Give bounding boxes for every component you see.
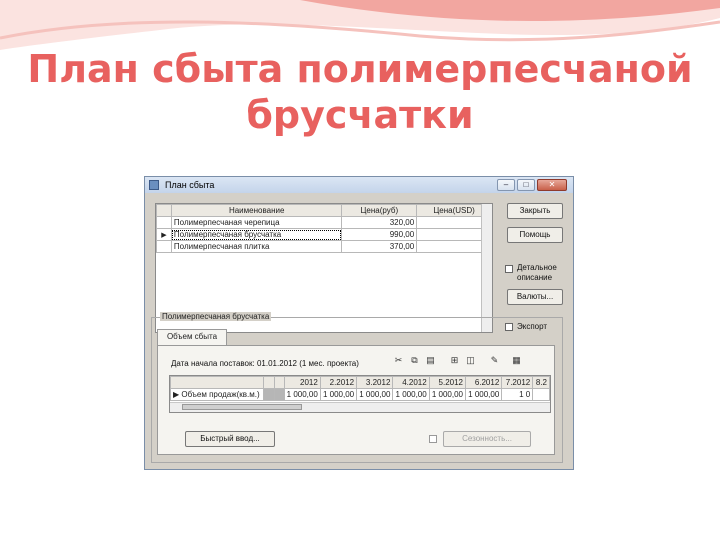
window-title: План сбыта	[165, 180, 215, 190]
product-name[interactable]: Полимерпесчаная черепица	[170, 216, 343, 229]
slide-title: План сбыта полимерпесчаной брусчатки	[0, 46, 720, 138]
help-button[interactable]: Помощь	[507, 227, 563, 243]
row-indicator-header	[156, 204, 172, 217]
product-name[interactable]: Полимерпесчаная брусчатка	[170, 228, 343, 241]
sales-cell[interactable]: 1 000,00	[356, 388, 394, 401]
period-col-header: 4.2012	[392, 376, 430, 389]
detailed-label: Детальное описание	[517, 263, 557, 282]
sales-cell[interactable]: 1 000,00	[283, 388, 321, 401]
row-label-header	[170, 376, 265, 389]
scroll-thumb[interactable]	[182, 404, 302, 410]
period-col-header: 7.2012	[501, 376, 534, 389]
sales-cell[interactable]	[532, 388, 550, 401]
seasonality-checkbox[interactable]	[429, 435, 437, 443]
period-col-header: 2.2012	[319, 376, 358, 389]
period-col-header	[263, 376, 275, 389]
pencil-icon[interactable]: ✎	[489, 355, 500, 366]
paste-icon[interactable]: ▤	[425, 355, 436, 366]
app-icon	[149, 180, 159, 190]
sales-header-row: 2012 2.2012 3.2012 4.2012 5.2012 6.2012 …	[170, 376, 550, 389]
table-row[interactable]: Полимерпесчаная плитка 370,00	[156, 240, 492, 253]
sales-plan-window: План сбыта – □ ✕ Наименование Цена(руб) …	[144, 176, 574, 470]
period-col-header	[273, 376, 285, 389]
group-caption: Полимерпесчаная брусчатка	[160, 312, 272, 321]
period-label: Дата начала поставок: 01.01.2012 (1 мес.…	[171, 359, 359, 368]
seasonality-button[interactable]: Сезонность...	[443, 431, 531, 447]
sales-row-label-text: Объем продаж(кв.м.)	[181, 390, 260, 399]
close-icon[interactable]: ✕	[537, 179, 567, 191]
table-row[interactable]: Полимерпесчаная черепица 320,00	[156, 216, 492, 229]
sales-cell[interactable]	[273, 388, 285, 401]
slide-title-line1: План сбыта полимерпесчаной	[27, 47, 693, 91]
close-button[interactable]: Закрыть	[507, 203, 563, 219]
minimize-icon[interactable]: –	[497, 179, 515, 191]
sales-row-label: ▶ Объем продаж(кв.м.)	[170, 388, 265, 401]
sales-cell[interactable]: 1 0	[501, 388, 534, 401]
window-titlebar[interactable]: План сбыта – □ ✕	[145, 177, 573, 193]
export-checkbox[interactable]	[505, 323, 513, 331]
sales-cell[interactable]: 1 000,00	[319, 388, 358, 401]
export-label: Экспорт	[517, 322, 548, 331]
product-name[interactable]: Полимерпесчаная плитка	[170, 240, 343, 253]
detailed-checkbox[interactable]	[505, 265, 513, 273]
copy-icon[interactable]: ⧉	[409, 355, 420, 366]
col-header-name[interactable]: Наименование	[170, 204, 343, 217]
sales-cell[interactable]: 1 000,00	[428, 388, 466, 401]
sales-cell[interactable]: 1 000,00	[464, 388, 503, 401]
slide-title-line2: брусчатки	[246, 93, 474, 137]
period-col-header: 6.2012	[464, 376, 503, 389]
period-col-header: 2012	[283, 376, 321, 389]
scissors-icon[interactable]: ✂	[393, 355, 404, 366]
period-col-header: 8.2	[532, 376, 550, 389]
period-col-header: 3.2012	[356, 376, 394, 389]
currency-button[interactable]: Валюты...	[507, 289, 563, 305]
sales-cell[interactable]: 1 000,00	[392, 388, 430, 401]
current-row-arrow-icon: ▶	[156, 228, 172, 241]
product-price-rub[interactable]: 990,00	[341, 228, 418, 241]
products-vertical-scrollbar[interactable]	[481, 204, 492, 332]
product-price-rub[interactable]: 370,00	[341, 240, 418, 253]
chart-icon[interactable]: ◫	[465, 355, 476, 366]
product-price-rub[interactable]: 320,00	[341, 216, 418, 229]
quick-input-button[interactable]: Быстрый ввод...	[185, 431, 275, 447]
grid-icon[interactable]: ▦	[511, 355, 522, 366]
sales-cell[interactable]	[263, 388, 275, 401]
sales-horizontal-scrollbar[interactable]	[170, 402, 550, 412]
table-row[interactable]: ▶ Полимерпесчаная брусчатка 990,00	[156, 228, 492, 241]
period-col-header: 5.2012	[428, 376, 466, 389]
maximize-icon[interactable]: □	[517, 179, 535, 191]
col-header-price-rub[interactable]: Цена(руб)	[341, 204, 418, 217]
series-icon[interactable]: ⊞	[449, 355, 460, 366]
table-row[interactable]: ▶ Объем продаж(кв.м.) 1 000,00 1 000,00 …	[170, 388, 550, 401]
row-indicator	[156, 240, 172, 253]
sales-volume-grid[interactable]: 2012 2.2012 3.2012 4.2012 5.2012 6.2012 …	[169, 375, 551, 413]
tab-sales-volume[interactable]: Объем сбыта	[157, 329, 227, 345]
row-indicator	[156, 216, 172, 229]
products-header-row: Наименование Цена(руб) Цена(USD)	[156, 204, 492, 217]
